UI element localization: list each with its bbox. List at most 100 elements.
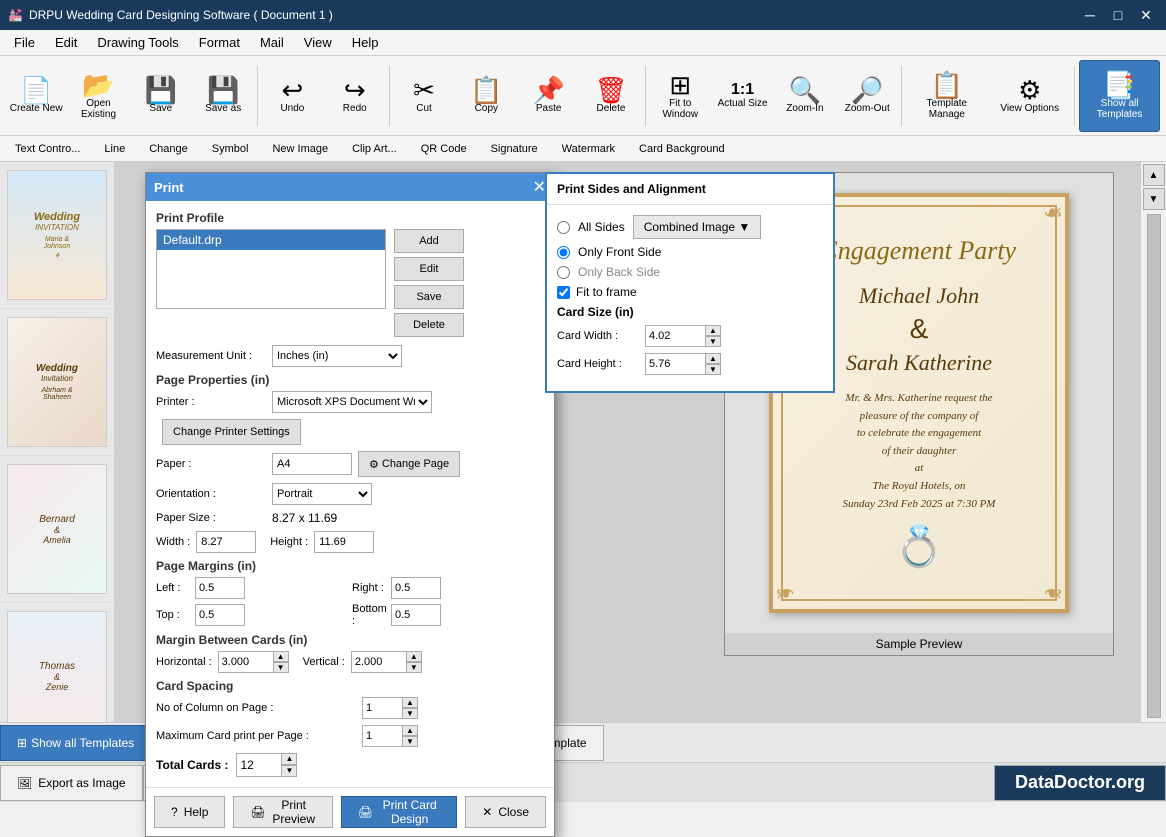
- tb2-text-control[interactable]: Text Contro...: [6, 140, 89, 158]
- zoom-out-button[interactable]: 🔎 Zoom-Out: [837, 60, 897, 132]
- width-input[interactable]: [196, 531, 256, 553]
- window-close-button[interactable]: ✕: [1134, 3, 1158, 27]
- close-dialog-button[interactable]: ✕ Close: [465, 796, 546, 828]
- show-all-templates-button[interactable]: 📑 Show all Templates: [1079, 60, 1160, 132]
- template-item[interactable]: Thomas & Zenie: [0, 603, 114, 722]
- print-dialog-close[interactable]: ✕: [533, 177, 546, 197]
- save-profile-button[interactable]: Save: [394, 285, 464, 309]
- horizontal-input[interactable]: [218, 651, 273, 673]
- save-as-button[interactable]: 💾 Save as: [193, 60, 253, 132]
- card-height-input[interactable]: [645, 353, 705, 375]
- total-input[interactable]: [236, 753, 281, 777]
- print-preview-button[interactable]: 🖨 Print Preview: [233, 796, 332, 828]
- printer-select[interactable]: Microsoft XPS Document Wr: [272, 391, 432, 413]
- profile-list[interactable]: Default.drp: [156, 229, 386, 309]
- template-item[interactable]: Wedding Invitation Abrham &Shaheen: [0, 309, 114, 456]
- combined-image-button[interactable]: Combined Image ▼: [633, 215, 762, 239]
- copy-button[interactable]: 📋 Copy: [456, 60, 516, 132]
- back-side-label[interactable]: Only Back Side: [578, 265, 660, 279]
- horizontal-down[interactable]: ▼: [273, 662, 289, 673]
- print-card-design-button[interactable]: 🖨 Print Card Design: [341, 796, 457, 828]
- vertical-down[interactable]: ▼: [406, 662, 422, 673]
- max-input[interactable]: [362, 725, 402, 747]
- card-height-down[interactable]: ▼: [705, 364, 721, 375]
- change-printer-button[interactable]: Change Printer Settings: [162, 419, 301, 445]
- horizontal-up[interactable]: ▲: [273, 651, 289, 662]
- all-sides-radio[interactable]: [557, 221, 570, 234]
- export-image-button[interactable]: 🖼 Export as Image: [0, 765, 143, 801]
- actual-size-button[interactable]: 1:1 Actual Size: [712, 60, 772, 132]
- menu-help[interactable]: Help: [342, 31, 389, 54]
- right-margin-input[interactable]: [391, 577, 441, 599]
- save-button[interactable]: 💾 Save: [131, 60, 191, 132]
- create-new-button[interactable]: 📄 Create New: [6, 60, 66, 132]
- right-scroll-down[interactable]: ▼: [1143, 188, 1165, 210]
- vertical-up[interactable]: ▲: [406, 651, 422, 662]
- template-item[interactable]: Bernard & Amelia: [0, 456, 114, 603]
- left-margin-input[interactable]: [195, 577, 245, 599]
- card-width-up[interactable]: ▲: [705, 325, 721, 336]
- bottom-margin-input[interactable]: [391, 604, 441, 626]
- max-row: Maximum Card print per Page : ▲ ▼: [156, 725, 544, 747]
- measurement-select[interactable]: Inches (in): [272, 345, 402, 367]
- tb2-change[interactable]: Change: [140, 140, 197, 158]
- minimize-button[interactable]: ─: [1078, 3, 1102, 27]
- fit-to-window-button[interactable]: ⊞ Fit to Window: [650, 60, 710, 132]
- zoom-in-button[interactable]: 🔍 Zoom-In: [775, 60, 835, 132]
- edit-profile-button[interactable]: Edit: [394, 257, 464, 281]
- menu-edit[interactable]: Edit: [45, 31, 87, 54]
- max-up[interactable]: ▲: [402, 725, 418, 736]
- top-margin-input[interactable]: [195, 604, 245, 626]
- fit-to-frame-label[interactable]: Fit to frame: [576, 285, 637, 299]
- col-up[interactable]: ▲: [402, 697, 418, 708]
- manage-template-button[interactable]: 📋 Template Manage: [906, 60, 987, 132]
- menu-file[interactable]: File: [4, 31, 45, 54]
- max-down[interactable]: ▼: [402, 736, 418, 747]
- open-existing-button[interactable]: 📂 Open Existing: [68, 60, 128, 132]
- tb2-symbol[interactable]: Symbol: [203, 140, 258, 158]
- total-up[interactable]: ▲: [281, 753, 297, 765]
- front-side-label[interactable]: Only Front Side: [578, 245, 661, 259]
- cut-button[interactable]: ✂ Cut: [394, 60, 454, 132]
- orientation-select[interactable]: Portrait Landscape: [272, 483, 372, 505]
- right-scrollbar[interactable]: [1147, 214, 1161, 718]
- undo-button[interactable]: ↩ Undo: [262, 60, 322, 132]
- menu-drawing-tools[interactable]: Drawing Tools: [87, 31, 188, 54]
- menu-format[interactable]: Format: [189, 31, 250, 54]
- card-height-up[interactable]: ▲: [705, 353, 721, 364]
- add-profile-button[interactable]: Add: [394, 229, 464, 253]
- paste-button[interactable]: 📌 Paste: [519, 60, 579, 132]
- total-down[interactable]: ▼: [281, 765, 297, 777]
- tb2-card-background[interactable]: Card Background: [630, 140, 734, 158]
- template-item[interactable]: Wedding INVITATION Maria &Johnson ⚘: [0, 162, 114, 309]
- menu-mail[interactable]: Mail: [250, 31, 294, 54]
- col-input[interactable]: [362, 697, 402, 719]
- delete-profile-button[interactable]: Delete: [394, 313, 464, 337]
- help-button[interactable]: ? Help: [154, 796, 225, 828]
- back-side-radio[interactable]: [557, 266, 570, 279]
- tb2-line[interactable]: Line: [95, 140, 134, 158]
- tb2-qr-code[interactable]: QR Code: [412, 140, 476, 158]
- tb2-watermark[interactable]: Watermark: [553, 140, 624, 158]
- tb2-clip-art[interactable]: Clip Art...: [343, 140, 406, 158]
- paper-input[interactable]: [272, 453, 352, 475]
- card-width-down[interactable]: ▼: [705, 336, 721, 347]
- maximize-button[interactable]: □: [1106, 3, 1130, 27]
- card-width-input[interactable]: [645, 325, 705, 347]
- menu-view[interactable]: View: [294, 31, 342, 54]
- fit-to-frame-checkbox[interactable]: [557, 286, 570, 299]
- view-options-button[interactable]: ⚙ View Options: [989, 60, 1070, 132]
- all-sides-label[interactable]: All Sides: [578, 220, 625, 234]
- col-down[interactable]: ▼: [402, 708, 418, 719]
- redo-button[interactable]: ↪ Redo: [325, 60, 385, 132]
- tb2-new-image[interactable]: New Image: [263, 140, 337, 158]
- profile-default[interactable]: Default.drp: [157, 230, 385, 250]
- front-side-radio[interactable]: [557, 246, 570, 259]
- right-scroll-up[interactable]: ▲: [1143, 164, 1165, 186]
- height-input[interactable]: [314, 531, 374, 553]
- delete-button[interactable]: 🗑 Delete: [581, 60, 641, 132]
- tb2-signature[interactable]: Signature: [482, 140, 547, 158]
- vertical-input[interactable]: [351, 651, 406, 673]
- change-page-button[interactable]: ⚙Change Page: [358, 451, 460, 477]
- show-templates-bottom-icon: ⊞: [17, 736, 27, 750]
